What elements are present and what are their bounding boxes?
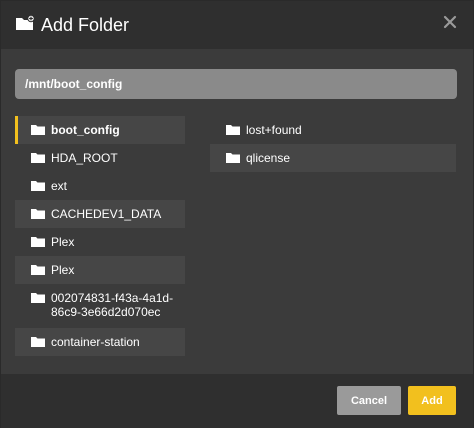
folder-item-uuid[interactable]: 002074831-f43a-4a1d-86c9-3e66d2d070ec	[15, 284, 185, 328]
dialog-title-wrap: Add Folder	[15, 14, 129, 36]
dialog-header: Add Folder	[1, 1, 473, 49]
path-input[interactable]	[15, 69, 457, 99]
close-icon[interactable]	[443, 15, 459, 31]
folder-item-plex[interactable]: Plex	[15, 256, 185, 284]
folder-item-boot-config[interactable]: boot_config	[15, 116, 185, 144]
folder-icon	[31, 124, 45, 138]
folder-icon	[31, 236, 45, 250]
folder-list-left: boot_config HDA_ROOT ext CACHEDEV1_DATA …	[15, 116, 185, 356]
folder-icon	[31, 292, 45, 306]
folder-icon	[226, 152, 240, 166]
folder-label: container-station	[51, 335, 140, 349]
folder-icon	[31, 264, 45, 278]
folder-item-cachedev1-data[interactable]: CACHEDEV1_DATA	[15, 200, 185, 228]
folder-list-right: lost+found qlicense	[210, 116, 456, 172]
dialog-footer: Cancel Add	[1, 374, 473, 428]
folder-item-ext[interactable]: ext	[15, 172, 185, 200]
folder-label: HDA_ROOT	[51, 151, 118, 165]
add-button[interactable]: Add	[408, 386, 456, 415]
folder-label: boot_config	[51, 123, 120, 137]
folder-item-lost-found[interactable]: lost+found	[210, 116, 456, 144]
folder-label: Plex	[51, 235, 75, 249]
folder-icon	[31, 208, 45, 222]
folder-item-qlicense[interactable]: qlicense	[210, 144, 456, 172]
folder-label: Plex	[51, 263, 75, 277]
folder-label: 002074831-f43a-4a1d-86c9-3e66d2d070ec	[51, 291, 174, 319]
folder-label: CACHEDEV1_DATA	[51, 207, 162, 221]
folder-item-plex[interactable]: Plex	[15, 228, 185, 256]
folder-icon	[31, 152, 45, 166]
folder-item-hda-root[interactable]: HDA_ROOT	[15, 144, 185, 172]
folder-label: qlicense	[246, 151, 291, 165]
folder-label: ext	[51, 179, 68, 193]
folder-label: lost+found	[246, 123, 302, 137]
folder-icon	[226, 124, 240, 138]
add-folder-dialog: Add Folder boot_config HDA_ROOT ext	[0, 0, 474, 428]
folder-add-icon	[15, 14, 35, 36]
folder-icon	[31, 180, 45, 194]
folder-item-container-station[interactable]: container-station	[15, 328, 185, 356]
cancel-button[interactable]: Cancel	[337, 386, 401, 415]
folder-icon	[31, 336, 45, 350]
dialog-title: Add Folder	[41, 15, 130, 35]
